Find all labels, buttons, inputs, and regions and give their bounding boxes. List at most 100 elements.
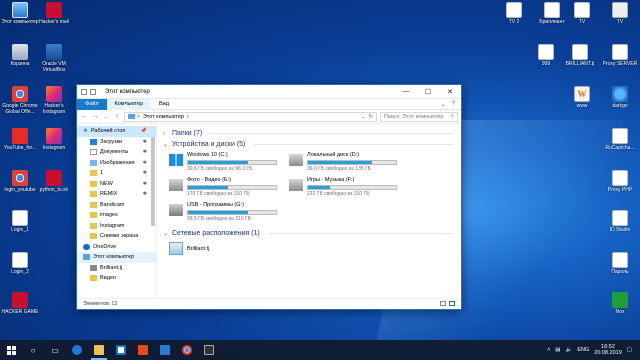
folders-group-header[interactable]: › Папки (7) — [163, 128, 453, 139]
office-taskbar-button[interactable] — [132, 340, 154, 360]
minimize-button[interactable]: — — [395, 85, 417, 99]
address-chevron-2[interactable]: › — [187, 114, 189, 120]
nav-item[interactable]: Документы ✱ — [77, 147, 156, 158]
close-button[interactable]: ✕ — [439, 85, 461, 99]
network-icon[interactable]: ▤ — [555, 347, 560, 353]
recent-locations-icon[interactable]: ⌄ — [102, 114, 110, 120]
nav-this-pc[interactable]: Этот компьютер — [77, 252, 156, 263]
desktop-icon[interactable]: Instagram — [34, 128, 74, 151]
desktop-icon[interactable]: darkgo — [600, 86, 640, 109]
desktop-icon[interactable]: RuCaptcha... — [600, 128, 640, 151]
desktop-icon[interactable]: Пароль — [600, 252, 640, 275]
desktop-icon[interactable]: Hacker's mail — [34, 2, 74, 25]
nav-onedrive[interactable]: OneDrive — [77, 242, 156, 253]
desktop-icon[interactable]: Login_2 — [0, 252, 40, 275]
desktop-icon[interactable]: ID Studio — [600, 210, 640, 233]
desktop-icon[interactable]: BRILLIANT.tj — [560, 44, 600, 67]
search-placeholder[interactable]: Поиск: Этот компьютер — [384, 114, 451, 120]
desktop-icon[interactable]: Login_1 — [0, 210, 40, 233]
drive-tile[interactable]: Локальный диск (D:) 36,0 ГБ свободно из 1… — [289, 152, 409, 175]
nav-item[interactable]: NEW ✱ — [77, 179, 156, 190]
desktop-icon[interactable]: TV — [600, 2, 640, 25]
notifications-icon[interactable]: ▢ — [627, 347, 632, 353]
collapse-chevron-icon[interactable]: ⌄ — [163, 141, 168, 148]
nav-video[interactable]: Видео — [77, 273, 156, 284]
edge-taskbar-button[interactable] — [66, 340, 88, 360]
desktop-icon-label: www — [576, 103, 588, 109]
desktop-icon[interactable]: Nox — [600, 292, 640, 315]
drive-tile[interactable]: USB - Программы (G:) 99,5 ГБ свободно из … — [169, 202, 289, 225]
w-icon: W — [574, 86, 590, 102]
start-button[interactable] — [0, 340, 22, 360]
file-explorer-window[interactable]: Этот компьютер — ☐ ✕ Файл Компьютер Вид … — [76, 84, 462, 310]
documents-icon — [90, 149, 97, 156]
nav-item-label: REMIX — [100, 191, 118, 198]
tab-view[interactable]: Вид — [151, 99, 177, 110]
desktop-icon[interactable]: python_to.sh — [34, 170, 74, 193]
desktop-icon[interactable]: Proxy SERVER — [600, 44, 640, 67]
media-taskbar-button[interactable] — [198, 340, 220, 360]
show-hidden-icons[interactable]: ˄ — [547, 347, 550, 353]
chrome-taskbar-button[interactable] — [176, 340, 198, 360]
content-pane[interactable]: › Папки (7) ⌄ Устройства и диски (5) Win… — [157, 124, 461, 298]
desktop-icon[interactable]: TV 2 — [494, 2, 534, 25]
usb-drive-icon — [169, 204, 183, 216]
task-view-button[interactable]: ▭ — [44, 340, 66, 360]
drive-usage-bar — [187, 160, 277, 165]
refresh-icon[interactable]: ↻ — [368, 114, 373, 120]
store-taskbar-button[interactable] — [110, 340, 132, 360]
collapse-chevron-icon[interactable]: ⌄ — [163, 230, 168, 237]
network-location-item[interactable]: Brilliant.tj — [163, 242, 453, 255]
address-bar[interactable]: › Этот компьютер › ⌄ ↻ — [124, 111, 377, 122]
chrome-icon — [182, 345, 192, 355]
clock[interactable]: 16:52 20.08.2019 — [594, 344, 622, 356]
ribbon-expand-icon[interactable]: ⌄ — [441, 101, 446, 108]
mail-taskbar-button[interactable] — [154, 340, 176, 360]
drive-usage-fill — [188, 211, 248, 214]
nav-item[interactable]: Bandicam — [77, 200, 156, 211]
quick-access-properties-icon[interactable] — [81, 88, 87, 95]
volume-icon[interactable]: 🔈 — [565, 347, 572, 353]
nav-item[interactable]: images — [77, 210, 156, 221]
nav-item[interactable]: Загрузки ✱ — [77, 137, 156, 148]
devices-group-header[interactable]: ⌄ Устройства и диски (5) — [163, 139, 453, 150]
address-chevron[interactable]: › — [138, 114, 140, 120]
back-arrow-icon[interactable]: ← — [80, 113, 88, 120]
nav-item[interactable]: Снимки экрана — [77, 231, 156, 242]
tab-file[interactable]: Файл — [77, 98, 107, 110]
desktop-icon[interactable]: TV — [562, 2, 602, 25]
desktop-icon[interactable]: HACKER GAME — [0, 292, 40, 315]
window-titlebar[interactable]: Этот компьютер — ☐ ✕ — [77, 85, 461, 99]
network-group-header[interactable]: ⌄ Сетевые расположения (1) — [163, 228, 453, 239]
instagram-icon — [46, 128, 62, 144]
nav-item[interactable]: 1 ✱ — [77, 168, 156, 179]
nav-item[interactable]: Изображения ✱ — [77, 158, 156, 169]
drive-tile[interactable]: Фото - Видео (E:) 170 ГБ свободно из 310 … — [169, 177, 289, 200]
drive-tile[interactable]: Windows 10 (C:) 30,8 ГБ свободно из 96,3 … — [169, 152, 289, 175]
desktop-icon[interactable]: Hacker's Instagram — [34, 86, 74, 115]
navigation-pane[interactable]: ★ Рабочий стол 📌 Загрузки ✱ Документы ✱ Изоб… — [77, 124, 157, 298]
expand-chevron-icon[interactable]: › — [163, 131, 168, 137]
details-view-icon[interactable] — [440, 301, 446, 306]
nav-quick-access[interactable]: ★ Рабочий стол 📌 — [77, 126, 156, 137]
desktop-icon[interactable]: Oracle VM VirtualBox — [34, 44, 74, 73]
quick-access-folder-icon[interactable] — [90, 88, 96, 95]
search-taskbar-button[interactable]: ○ — [22, 340, 44, 360]
address-dropdown-icon[interactable]: ⌄ — [361, 114, 366, 120]
search-box[interactable]: Поиск: Этот компьютер ⌕ — [380, 111, 458, 122]
forward-arrow-icon[interactable]: → — [91, 113, 99, 120]
help-icon[interactable]: ? — [452, 101, 455, 108]
language-indicator[interactable]: ENG — [577, 347, 589, 353]
up-arrow-icon[interactable]: ↑ — [113, 113, 121, 120]
mail-icon — [160, 345, 170, 355]
maximize-button[interactable]: ☐ — [417, 85, 439, 99]
address-path[interactable]: Этот компьютер — [143, 114, 184, 120]
desktop-icon[interactable]: Proxy PHP — [600, 170, 640, 193]
desktop-icon[interactable]: Wwww — [562, 86, 602, 109]
explorer-taskbar-button[interactable] — [88, 340, 110, 360]
large-icons-view-icon[interactable] — [449, 301, 455, 306]
drive-tile[interactable]: Игры - Музыка (F:) 231 ГБ свободно из 310… — [289, 177, 409, 200]
nav-brilliant[interactable]: Brilliant.tj — [77, 263, 156, 274]
nav-item[interactable]: Instagram — [77, 221, 156, 232]
nav-item[interactable]: REMIX ✱ — [77, 189, 156, 200]
